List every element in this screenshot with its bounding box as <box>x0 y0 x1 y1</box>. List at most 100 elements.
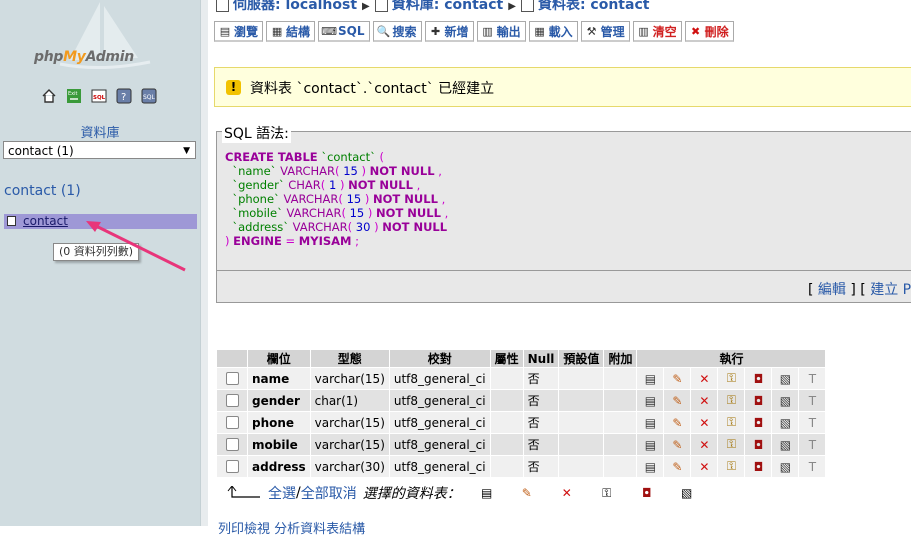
fulltext-icon[interactable]: T <box>804 437 820 453</box>
cell-name: phone <box>248 412 310 433</box>
delete-icon[interactable]: ✕ <box>696 393 712 409</box>
action-cell: ▧ <box>772 456 799 477</box>
frame-divider[interactable] <box>200 0 208 526</box>
sql-legend: SQL 語法: <box>222 123 291 143</box>
row-checkbox[interactable] <box>225 372 239 385</box>
bulk-delete-icon[interactable]: ✕ <box>559 485 575 501</box>
primary-key-icon[interactable]: ⚿ <box>723 393 739 409</box>
row-checkbox-cell <box>217 368 247 389</box>
database-select[interactable]: contact (1) ▼ <box>3 141 196 159</box>
sidebar-table-link[interactable]: contact <box>23 214 68 229</box>
tab-bar: ▤ 瀏覽 ▦ 結構 ⌨ SQL 🔍 搜索 ✚ 新增 ▥ 輸出 ▦ 載入 ⚒ 管理 ▥ 清空 ✖ 刪除 <box>214 21 734 42</box>
row-checkbox[interactable] <box>225 394 239 407</box>
tab-structure[interactable]: ▦ 結構 <box>266 21 316 42</box>
cell-empty <box>559 390 604 411</box>
row-checkbox-cell <box>217 434 247 455</box>
table-row: phone varchar(15) utf8_general_ci 否 ▤ ✎ ✕ ⚿ ◘ ▧ T <box>217 412 826 433</box>
table-row: mobile varchar(15) utf8_general_ci 否 ▤ ✎ ✕ ⚿ ◘ ▧ T <box>217 434 826 455</box>
uncheck-all-link[interactable]: 全部取消 <box>301 483 357 503</box>
browse-distinct-icon[interactable]: ▤ <box>642 437 658 453</box>
edit-sql-link[interactable]: 編輯 <box>818 282 846 298</box>
edit-icon[interactable]: ✎ <box>669 371 685 387</box>
action-cell: ▧ <box>772 368 799 389</box>
create-php-link[interactable]: 建立 P <box>870 282 911 298</box>
tab-empty[interactable]: ▥ 清空 <box>632 21 682 42</box>
tab-insert[interactable]: ✚ 新增 <box>424 21 474 42</box>
unique-icon[interactable]: ◘ <box>750 415 766 431</box>
index-icon[interactable]: ▧ <box>777 437 793 453</box>
docs-icon[interactable]: SQL <box>140 87 157 104</box>
index-icon[interactable]: ▧ <box>777 415 793 431</box>
breadcrumb-server[interactable]: 伺服器: localhost <box>233 0 357 13</box>
database-label: 資料庫 <box>80 126 120 141</box>
browse-distinct-icon[interactable]: ▤ <box>642 393 658 409</box>
tab-label: SQL <box>338 24 365 38</box>
unique-icon[interactable]: ◘ <box>750 437 766 453</box>
edit-icon[interactable]: ✎ <box>669 415 685 431</box>
tab-drop[interactable]: ✖ 刪除 <box>684 21 734 42</box>
bottom-links[interactable]: 列印檢視 分析資料表結構 <box>218 518 365 537</box>
help-icon[interactable]: ? <box>115 87 132 104</box>
tab-export[interactable]: ▥ 輸出 <box>476 21 526 42</box>
tab-search[interactable]: 🔍 搜索 <box>372 21 422 42</box>
delete-icon[interactable]: ✕ <box>696 415 712 431</box>
column-header: Null <box>523 350 559 367</box>
delete-icon[interactable]: ✕ <box>696 437 712 453</box>
cell-empty <box>490 368 523 389</box>
bulk-edit-icon[interactable]: ✎ <box>519 485 535 501</box>
row-checkbox[interactable] <box>225 460 239 473</box>
sql-icon[interactable]: SQL <box>90 87 107 104</box>
exit-icon[interactable]: Exit <box>65 87 82 104</box>
tab-sql[interactable]: ⌨ SQL <box>318 21 370 42</box>
cell-collation: utf8_general_ci <box>389 456 490 477</box>
action-cell: ▤ <box>637 390 664 411</box>
delete-icon[interactable]: ✕ <box>696 371 712 387</box>
browse-distinct-icon[interactable]: ▤ <box>642 459 658 475</box>
bulk-browse-icon[interactable]: ▤ <box>479 485 495 501</box>
delete-icon[interactable]: ✕ <box>696 459 712 475</box>
bulk-unique-icon[interactable]: ◘ <box>639 485 655 501</box>
bulk-actions: 全選 / 全部取消 選擇的資料表： ▤ ✎ ✕ ⚿ ◘ ▧ <box>226 483 695 503</box>
primary-key-icon[interactable]: ⚿ <box>723 415 739 431</box>
database-title-link[interactable]: contact (1) <box>4 183 81 199</box>
unique-icon[interactable]: ◘ <box>750 459 766 475</box>
index-icon[interactable]: ▧ <box>777 459 793 475</box>
home-icon[interactable] <box>40 87 57 104</box>
fulltext-icon[interactable]: T <box>804 415 820 431</box>
edit-icon[interactable]: ✎ <box>669 393 685 409</box>
row-checkbox[interactable] <box>225 438 239 451</box>
index-icon[interactable]: ▧ <box>777 371 793 387</box>
cell-type: char(1) <box>310 390 389 411</box>
primary-key-icon[interactable]: ⚿ <box>723 437 739 453</box>
empty-icon: ▥ <box>638 24 649 38</box>
tab-operations[interactable]: ⚒ 管理 <box>580 21 630 42</box>
cell-empty <box>559 368 604 389</box>
tab-import[interactable]: ▦ 載入 <box>528 21 578 42</box>
fulltext-icon[interactable]: T <box>804 459 820 475</box>
edit-icon[interactable]: ✎ <box>669 437 685 453</box>
bulk-index-icon[interactable]: ▧ <box>679 485 695 501</box>
breadcrumb-database[interactable]: 資料庫: contact <box>392 0 504 13</box>
index-icon[interactable]: ▧ <box>777 393 793 409</box>
checkbox-column-header <box>217 350 247 367</box>
action-cell: ⚿ <box>718 434 745 455</box>
breadcrumb-arrow-icon: ▶ <box>362 1 370 12</box>
fulltext-icon[interactable]: T <box>804 371 820 387</box>
row-checkbox[interactable] <box>225 416 239 429</box>
primary-key-icon[interactable]: ⚿ <box>723 371 739 387</box>
bulk-primary-key-icon[interactable]: ⚿ <box>599 485 615 501</box>
cell-collation: utf8_general_ci <box>389 412 490 433</box>
primary-key-icon[interactable]: ⚿ <box>723 459 739 475</box>
tab-browse[interactable]: ▤ 瀏覽 <box>214 21 264 42</box>
breadcrumb-table[interactable]: 資料表: contact <box>538 0 650 13</box>
edit-icon[interactable]: ✎ <box>669 459 685 475</box>
browse-distinct-icon[interactable]: ▤ <box>642 415 658 431</box>
phpmyadmin-wordmark[interactable]: phpMyAdmin <box>34 49 134 65</box>
check-all-link[interactable]: 全選 <box>268 483 296 503</box>
browse-distinct-icon[interactable]: ▤ <box>642 371 658 387</box>
unique-icon[interactable]: ◘ <box>750 393 766 409</box>
structure-icon: ▦ <box>271 24 283 38</box>
fulltext-icon[interactable]: T <box>804 393 820 409</box>
sidebar-table-item[interactable]: contact <box>4 214 197 229</box>
unique-icon[interactable]: ◘ <box>750 371 766 387</box>
